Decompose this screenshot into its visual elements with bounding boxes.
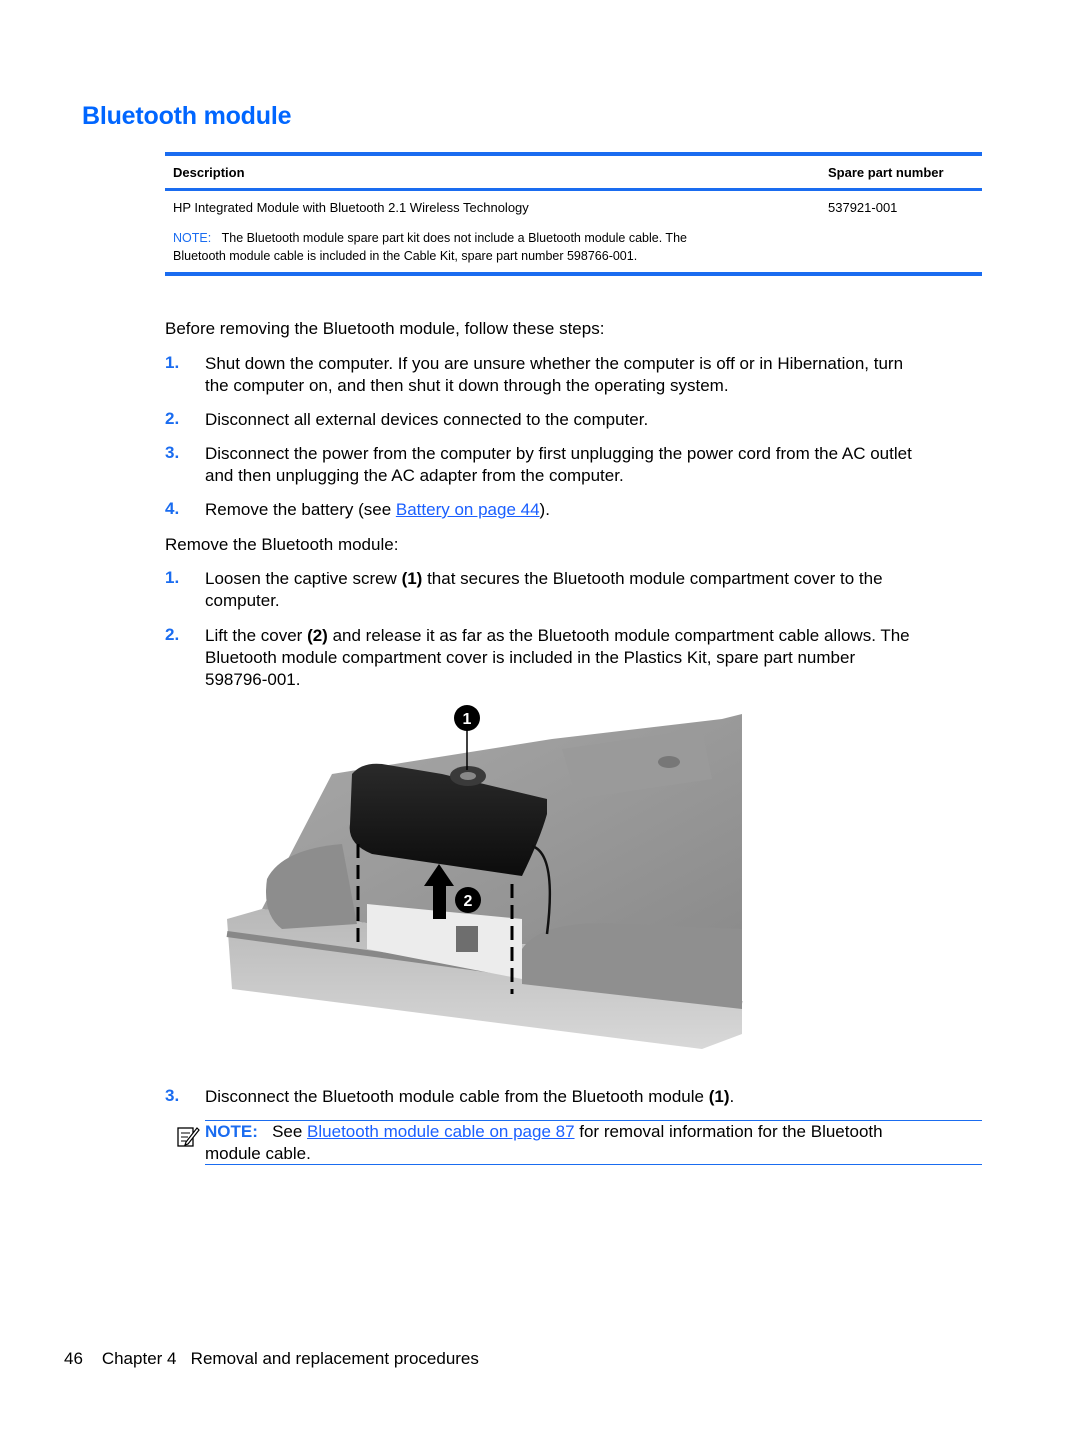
left-foot [266, 844, 357, 929]
note-bottom-rule [205, 1164, 982, 1165]
note-label: NOTE: [205, 1122, 258, 1141]
step-number: 1. [165, 568, 180, 587]
callout-ref: (1) [401, 569, 423, 588]
note-label: NOTE: [173, 231, 212, 245]
step-line: and then unplugging the AC adapter from … [205, 466, 624, 485]
page-title: Bluetooth module [82, 102, 292, 130]
step-number: 2. [165, 625, 180, 644]
step-text-post: . [729, 1087, 735, 1106]
step-line: Disconnect the power from the computer b… [205, 444, 912, 463]
step-text-pre: Loosen the captive screw [205, 569, 402, 588]
step-text-pre: Disconnect the Bluetooth module cable fr… [205, 1087, 709, 1106]
step-text: Loosen the captive screw (1) that secure… [205, 568, 975, 612]
step-text: Shut down the computer. If you are unsur… [205, 353, 975, 397]
step-line: Shut down the computer. If you are unsur… [205, 354, 904, 373]
callout-ref: (2) [307, 626, 328, 645]
step-text-post: that secures the Bluetooth module compar… [422, 569, 883, 588]
callout-ref: (1) [708, 1087, 730, 1106]
step-line: the computer on, and then shut it down t… [205, 376, 729, 395]
step-text: Disconnect the power from the computer b… [205, 443, 975, 487]
remove-intro: Remove the Bluetooth module: [165, 535, 399, 554]
page-number: 46 [64, 1349, 83, 1368]
step-number: 1. [165, 353, 180, 372]
note-text-post: for removal information for the Bluetoot… [574, 1122, 883, 1141]
chapter-title: Removal and replacement procedures [190, 1349, 479, 1368]
table-header-spare-part-number: Spare part number [828, 165, 944, 180]
page-footer: 46 Chapter 4 Removal and replacement pro… [64, 1349, 479, 1369]
step-line: Bluetooth module compartment cover is in… [205, 648, 856, 667]
note-text-line1: The Bluetooth module spare part kit does… [221, 231, 687, 245]
table-bottom-rule [165, 272, 982, 276]
table-top-rule [165, 152, 982, 156]
screw-post [456, 926, 478, 952]
table-header-rule [165, 188, 982, 191]
step-number: 4. [165, 499, 180, 518]
step-text-post: and release it as far as the Bluetooth m… [327, 626, 910, 645]
part-number: 537921-001 [828, 200, 898, 215]
step-text-pre: Remove the battery (see [205, 500, 396, 519]
step-text: Lift the cover (2) and release it as far… [205, 625, 985, 691]
step-number: 3. [165, 443, 180, 462]
note-text-line2: Bluetooth module cable is included in th… [173, 249, 638, 263]
bluetooth-cable-link[interactable]: Bluetooth module cable on page 87 [307, 1122, 574, 1141]
bluetooth-cover-illustration: 1 2 [222, 704, 750, 1064]
prep-intro: Before removing the Bluetooth module, fo… [165, 319, 605, 338]
step-text-pre: Lift the cover [205, 626, 308, 645]
note-text-line2: module cable. [205, 1144, 311, 1163]
screw-hole [658, 756, 680, 768]
step-text: Disconnect the Bluetooth module cable fr… [205, 1086, 975, 1108]
chapter-label: Chapter 4 [101, 1349, 177, 1368]
table-note: NOTE: The Bluetooth module spare part ki… [173, 229, 873, 265]
part-description: HP Integrated Module with Bluetooth 2.1 … [173, 200, 529, 215]
step-number: 3. [165, 1086, 180, 1105]
callout-1-label: 1 [463, 711, 472, 728]
step-line: computer. [205, 591, 280, 610]
step-text-post: ). [539, 500, 550, 519]
step-text: Disconnect all external devices connecte… [205, 410, 649, 429]
table-header-description: Description [173, 165, 245, 180]
step-line: 598796-001. [205, 670, 301, 689]
note-icon [176, 1124, 200, 1148]
note-text-pre: See [272, 1122, 308, 1141]
step-number: 2. [165, 409, 180, 428]
note-cable: NOTE: See Bluetooth module cable on page… [205, 1121, 982, 1165]
step-text: Remove the battery (see Battery on page … [205, 499, 975, 521]
callout-2-label: 2 [464, 893, 473, 910]
battery-link[interactable]: Battery on page 44 [396, 500, 540, 519]
